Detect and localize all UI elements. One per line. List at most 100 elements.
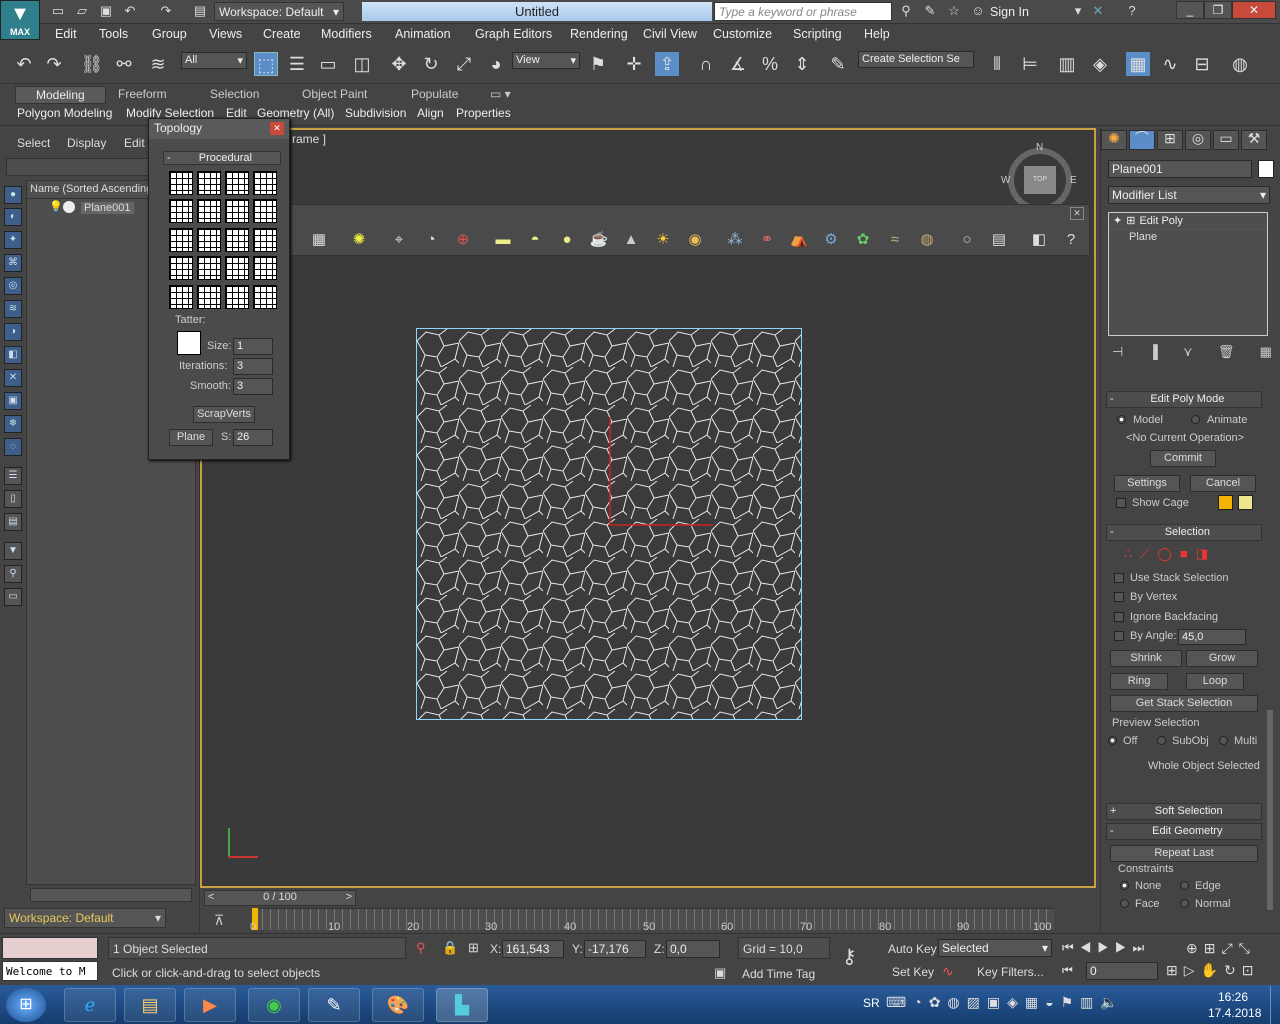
scale-icon[interactable]: ⤢ (452, 52, 476, 76)
gear-icon[interactable]: ⚙ (820, 230, 842, 250)
time-slider[interactable]: <0 / 100 > (204, 890, 356, 906)
display-bones-icon[interactable]: ✕ (4, 369, 22, 387)
taskbar-ie-icon[interactable]: ℯ (64, 988, 116, 1022)
daylight-icon[interactable]: ⊕ (452, 230, 474, 250)
scene-workspace-dropdown[interactable]: Workspace: Default ▾ (4, 908, 166, 928)
display-xrefs-icon[interactable]: ◧ (4, 346, 22, 364)
size-spinner[interactable]: 1 (233, 338, 273, 355)
topology-pattern-button[interactable] (169, 199, 193, 224)
angle-snap-icon[interactable]: ∡ (726, 52, 750, 76)
selection-rollout[interactable]: - Selection (1106, 524, 1262, 541)
exchange-icon[interactable]: ✕ (1090, 4, 1106, 18)
sign-in-link[interactable]: Sign In (990, 5, 1029, 19)
use-stack-checkbox[interactable] (1114, 573, 1124, 583)
topology-pattern-button[interactable] (253, 284, 277, 309)
topology-pattern-button[interactable] (225, 227, 249, 252)
tab-populate[interactable]: Populate (411, 87, 458, 101)
next-frame-icon[interactable]: ▶ (1115, 940, 1133, 955)
user-icon[interactable]: ☺ (970, 4, 986, 18)
batch-render-icon[interactable]: ◧ (1028, 230, 1050, 250)
zoom-extents-icon[interactable]: ⤢ (1221, 940, 1238, 956)
percent-snap-icon[interactable]: % (758, 52, 782, 76)
cone-icon[interactable]: ▲ (620, 230, 642, 250)
menu-edit[interactable]: Edit (55, 27, 77, 41)
loop-button[interactable]: Loop (1186, 673, 1244, 690)
angle-spinner[interactable]: 45,0 (1178, 629, 1246, 645)
command-panel-scrollbar[interactable] (1267, 710, 1273, 910)
topology-pattern-button[interactable] (197, 256, 221, 281)
filter-icon[interactable]: ▼ (4, 542, 22, 560)
y-coord-field[interactable]: -17,176 (584, 940, 646, 958)
display-all-icon[interactable]: ☰ (4, 467, 22, 485)
go-to-end-icon[interactable]: ⏭ (1133, 940, 1151, 955)
modifier-list-dropdown[interactable]: Modifier List ▾ (1108, 186, 1270, 204)
menu-rendering[interactable]: Rendering (570, 27, 628, 41)
sky-icon[interactable]: ◉ (684, 230, 706, 250)
box-icon[interactable]: ▬ (492, 230, 514, 250)
undo-icon[interactable]: ↶ (122, 4, 138, 18)
language-indicator[interactable]: SR (863, 996, 880, 1010)
network-icon[interactable]: ▥ (1080, 994, 1100, 1010)
by-vertex-checkbox[interactable] (1114, 592, 1124, 602)
tab-modeling[interactable]: Modeling (15, 86, 106, 104)
z-coord-field[interactable]: 0,0 (666, 940, 720, 958)
time-slider-prev[interactable]: < (205, 891, 214, 903)
redo-icon[interactable]: ↷ (42, 52, 66, 76)
topology-pattern-button[interactable] (225, 256, 249, 281)
named-selection-sets-dropdown[interactable]: Create Selection Se (858, 51, 974, 68)
lightbulb-icon[interactable]: 💡 (49, 200, 63, 213)
menu-views[interactable]: Views (209, 27, 242, 41)
menu-modifiers[interactable]: Modifiers (321, 27, 372, 41)
minimize-button[interactable]: _ (1176, 1, 1204, 19)
isolate-icon[interactable]: ⚲ (416, 940, 426, 956)
tray-app3-icon[interactable]: ▣ (987, 994, 1007, 1010)
utilities-tab-icon[interactable]: ⚒ (1241, 130, 1267, 150)
binoculars-icon[interactable]: ⚲ (898, 4, 914, 18)
redo-icon[interactable]: ↷ (158, 4, 174, 18)
menu-civil-view[interactable]: Civil View (643, 27, 697, 41)
zoom-all-icon[interactable]: ⊞ (1204, 940, 1222, 956)
show-desktop-button[interactable] (1270, 986, 1280, 1024)
nvidia-tray-icon[interactable]: ▦ (1025, 994, 1045, 1010)
light-lister-icon[interactable]: ✺ (348, 230, 370, 250)
absolute-mode-icon[interactable]: ⊞ (468, 940, 479, 956)
current-frame-field[interactable]: 0 (1086, 962, 1158, 980)
cancel-button[interactable]: Cancel (1190, 475, 1256, 492)
topology-pattern-button[interactable] (169, 256, 193, 281)
pin-stack-icon[interactable]: ⊣ (1112, 344, 1123, 362)
animate-radio[interactable] (1191, 415, 1200, 424)
show-end-result-icon[interactable]: ▐ (1149, 344, 1158, 362)
key-mode-dropdown[interactable]: Selected ▾ (938, 939, 1052, 957)
shield-icon[interactable]: ◒ (1045, 994, 1060, 1010)
edge-icon[interactable]: ⟋ (1140, 546, 1157, 561)
bind-spacewarp-icon[interactable]: ≋ (146, 52, 170, 76)
topology-pattern-button[interactable] (225, 171, 249, 195)
element-icon[interactable]: ◨ (1196, 546, 1216, 561)
schematic-view-icon[interactable]: ⊟ (1190, 52, 1214, 76)
viewport-label[interactable]: rame ] (292, 132, 326, 146)
by-angle-checkbox[interactable] (1114, 631, 1124, 641)
ribbon-options-icon[interactable]: ▭ ▾ (490, 87, 511, 101)
prev-frame-icon[interactable]: ◀ (1080, 940, 1098, 955)
menu-scripting[interactable]: Scripting (793, 27, 842, 41)
pivot-center-icon[interactable]: ⚑ (586, 52, 610, 76)
ribbon-align[interactable]: Align (417, 106, 444, 120)
ignore-backfacing-checkbox[interactable] (1114, 612, 1124, 622)
constraint-normal-radio[interactable] (1180, 899, 1189, 908)
mini-curve-editor-icon[interactable]: ⊼ (214, 912, 224, 929)
selection-filter-dropdown[interactable]: All ▾ (181, 52, 247, 69)
keyboard-shortcut-override-icon[interactable]: ⇪ (655, 52, 679, 76)
app-logo[interactable]: ▼ MAX (0, 0, 40, 40)
floating-help-icon[interactable]: ? (1060, 230, 1082, 250)
light-icon[interactable]: ✦ (1113, 215, 1126, 227)
spinner-snap-icon[interactable]: ⇕ (790, 52, 814, 76)
topology-pattern-button[interactable] (197, 284, 221, 309)
tray-app4-icon[interactable]: ◈ (1007, 994, 1025, 1010)
key-icon[interactable]: ⚷ (842, 944, 878, 974)
time-slider-next[interactable]: > (346, 891, 355, 903)
ribbon-subdivision[interactable]: Subdivision (345, 106, 406, 120)
display-shapes-icon[interactable]: ◐ (4, 208, 22, 226)
lock-selection-icon[interactable]: 🔒 (442, 940, 458, 956)
topology-pattern-button[interactable] (197, 227, 221, 252)
open-file-icon[interactable]: ▱ (74, 4, 90, 18)
